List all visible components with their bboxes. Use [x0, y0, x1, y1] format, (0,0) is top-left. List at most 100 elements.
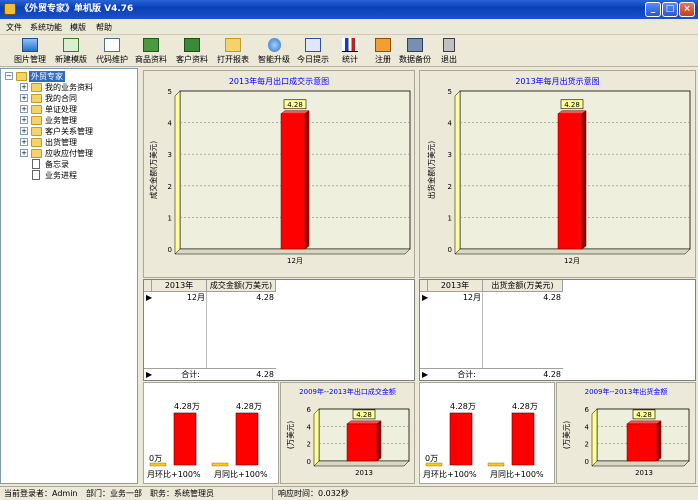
folder-icon: [31, 149, 42, 158]
ratio-label: 月环比+100%: [147, 470, 201, 479]
chart-title: 2013年每月出口成交示意图: [228, 77, 330, 86]
title-bar[interactable]: 《外贸专家》单机版 V4.76 _ □ ×: [0, 0, 698, 19]
bar: [346, 423, 378, 462]
toolbar-new-template[interactable]: 新建模版: [55, 38, 87, 65]
plot-side: [313, 408, 320, 467]
ratio-value: 4.28万: [512, 402, 538, 411]
y-axis-label: 出货金额(万美元): [426, 141, 436, 199]
customer-icon: [184, 38, 200, 52]
y-tick-label: 4: [307, 423, 312, 431]
x-tick-label: 12月: [287, 257, 303, 265]
tree-leaf[interactable]: 业务进程: [20, 170, 130, 181]
y-tick-label: 0: [168, 246, 172, 254]
tree-leaf[interactable]: 备忘录: [20, 159, 130, 170]
collapse-icon[interactable]: −: [5, 72, 13, 80]
ratio-label: 月同比+100%: [214, 470, 268, 479]
new-template-icon: [63, 38, 79, 52]
toolbar-smart-upgrade[interactable]: 智能升级: [258, 38, 290, 65]
menu-file[interactable]: 文件: [6, 22, 22, 33]
plot-floor: [313, 460, 410, 467]
register-icon: [375, 38, 391, 52]
bar-side: [656, 420, 662, 462]
grid-cell[interactable]: 12月: [152, 292, 205, 303]
toolbar-statistics[interactable]: 统计: [342, 38, 358, 65]
plot-floor: [174, 248, 411, 255]
toolbar-product-info[interactable]: 商品资料: [135, 38, 167, 65]
splitter[interactable]: [139, 68, 142, 484]
ratio-base-bar: [211, 462, 229, 467]
minimize-button[interactable]: _: [645, 2, 661, 17]
navigation-tree: − 外贸专家 + 我的业务资料 + 我的合同 + 单证处理 + 业务管理 + 客户关系管理…: [0, 68, 138, 484]
export-data-grid[interactable]: 2013年 成交金额(万美元) ▶ 12月 4.28 ▶ 合计: 4.28: [143, 279, 415, 381]
data-label: 4.28: [356, 411, 372, 419]
toolbar-code-maintain[interactable]: 代码维护: [96, 38, 128, 65]
shipment-ratio-panel: 4.28万 4.28万 0万 月环比+100% 月同比+100%: [419, 382, 555, 484]
toolbar-customer-info[interactable]: 客户资料: [176, 38, 208, 65]
tree-item[interactable]: + 应收应付管理: [20, 148, 130, 159]
toolbar-today-tips[interactable]: 今日提示: [297, 38, 329, 65]
tree-item[interactable]: + 客户关系管理: [20, 126, 130, 137]
expand-icon[interactable]: +: [20, 138, 28, 146]
y-axis-label: (万美元): [285, 421, 295, 449]
folder-icon: [31, 127, 42, 136]
bar-top: [346, 420, 382, 425]
expand-icon[interactable]: +: [20, 116, 28, 124]
y-tick-label: 2: [168, 183, 172, 191]
tree-item[interactable]: + 出货管理: [20, 137, 130, 148]
tree-item[interactable]: + 单证处理: [20, 104, 130, 115]
toolbar-open-report[interactable]: 打开报表: [217, 38, 249, 65]
plot-floor: [454, 248, 691, 255]
document-icon: [32, 170, 40, 180]
folder-open-icon: [225, 38, 241, 52]
x-tick-label: 2013: [635, 469, 653, 477]
shipment-yearly-panel: 2009年--2013年出货金额 0 2 4 6 (万美元) 4.28 2013: [556, 382, 696, 484]
status-response: 响应时间：0.032秒: [278, 489, 349, 498]
folder-icon: [16, 72, 27, 81]
y-tick-label: 5: [448, 88, 452, 96]
grid-cell[interactable]: 4.28: [207, 292, 274, 303]
grid-cell[interactable]: 4.28: [483, 292, 561, 303]
close-button[interactable]: ×: [679, 2, 695, 17]
data-label: 4.28: [564, 101, 580, 109]
grid-header: 成交金额(万美元): [207, 280, 276, 292]
y-tick-label: 4: [448, 120, 453, 128]
tree-item[interactable]: + 我的合同: [20, 93, 130, 104]
expand-icon[interactable]: +: [20, 83, 28, 91]
tree-item[interactable]: + 我的业务资料: [20, 82, 130, 93]
ratio-value: 4.28万: [174, 402, 200, 411]
window-title: 《外贸专家》单机版 V4.76: [20, 4, 134, 14]
tree-root[interactable]: − 外贸专家: [5, 71, 125, 82]
y-tick-label: 0: [448, 246, 452, 254]
toolbar-exit[interactable]: 退出: [441, 38, 457, 65]
ratio-zero: 0万: [425, 454, 439, 463]
y-tick-label: 3: [448, 151, 452, 159]
chart-title: 2009年--2013年出货金额: [584, 388, 668, 396]
bar-side: [304, 110, 310, 250]
shipment-data-grid[interactable]: 2013年 出货金额(万美元) ▶ 12月 4.28 ▶ 合计: 4.28: [419, 279, 696, 381]
expand-icon[interactable]: +: [20, 94, 28, 102]
toolbar-image-manage[interactable]: 图片管理: [14, 38, 46, 65]
folder-icon: [31, 94, 42, 103]
toolbar-data-backup[interactable]: 数据备份: [399, 38, 431, 65]
menu-help[interactable]: 帮助: [96, 22, 112, 33]
folder-icon: [31, 116, 42, 125]
menu-template[interactable]: 模版: [70, 22, 86, 33]
ratio-value: 4.28万: [450, 402, 476, 411]
expand-icon[interactable]: +: [20, 127, 28, 135]
toolbar-register[interactable]: 注册: [375, 38, 391, 65]
y-tick-label: 2: [448, 183, 452, 191]
app-icon: [4, 3, 16, 15]
export-ratio-panel: 4.28万 4.28万 0万 月环比+100% 月同比+100%: [143, 382, 279, 484]
y-tick-label: 4: [168, 120, 173, 128]
y-tick-label: 1: [168, 214, 172, 222]
tree-item[interactable]: + 业务管理: [20, 115, 130, 126]
shipment-ratio-chart: [425, 412, 535, 467]
grid-cell[interactable]: 12月: [428, 292, 481, 303]
expand-icon[interactable]: +: [20, 149, 28, 157]
expand-icon[interactable]: +: [20, 105, 28, 113]
maximize-button[interactable]: □: [662, 2, 678, 17]
backup-icon: [407, 38, 423, 52]
upgrade-icon: [267, 38, 281, 52]
ratio-base-bar: [487, 462, 505, 467]
menu-system[interactable]: 系统功能: [30, 22, 62, 33]
